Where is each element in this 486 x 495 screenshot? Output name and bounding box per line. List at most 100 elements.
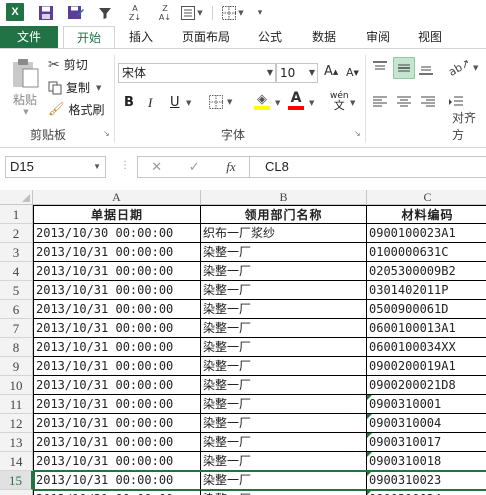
table-cell[interactable]: 2013/10/31 00:00:00 — [33, 281, 201, 300]
clipboard-launcher-icon[interactable]: ↘ — [103, 129, 110, 138]
sort-ascending-icon[interactable]: A Z↓ — [126, 3, 144, 23]
row-header[interactable]: 6 — [0, 300, 33, 319]
align-top-button[interactable] — [372, 61, 388, 75]
table-cell[interactable]: 染整一厂 — [201, 490, 367, 495]
table-cell[interactable]: 染整一厂 — [201, 376, 367, 395]
underline-dropdown-icon[interactable]: ▼ — [184, 99, 191, 107]
header-cell[interactable]: 材料编码 — [367, 205, 486, 224]
borders-icon[interactable]: ▼ — [218, 3, 248, 23]
name-box[interactable]: D15 ▼ — [5, 156, 106, 178]
borders-button[interactable]: ▼ — [209, 95, 232, 109]
copy-button[interactable]: 复制 ▼ — [48, 79, 101, 96]
table-cell[interactable]: 2013/10/31 00:00:00 — [33, 414, 201, 433]
table-cell[interactable]: 2013/10/31 00:00:00 — [33, 300, 201, 319]
tab-review[interactable]: 审阅 — [356, 26, 400, 48]
font-color-dropdown-icon[interactable]: ▼ — [307, 99, 314, 107]
table-cell[interactable]: 0900100023A1 — [367, 224, 486, 243]
tab-page-layout[interactable]: 页面布局 — [170, 26, 242, 48]
select-all-button[interactable] — [0, 190, 33, 205]
underline-button[interactable]: U — [170, 95, 180, 110]
table-cell[interactable]: 染整一厂 — [201, 338, 367, 357]
row-header[interactable]: 10 — [0, 376, 33, 395]
tab-view[interactable]: 视图 — [408, 26, 452, 48]
row-header[interactable]: 7 — [0, 319, 33, 338]
tab-home[interactable]: 开始 — [63, 26, 115, 49]
enter-icon[interactable]: ✓ — [189, 160, 200, 175]
row-header[interactable]: 9 — [0, 357, 33, 376]
font-color-button[interactable]: A — [288, 91, 304, 110]
table-cell[interactable]: 染整一厂 — [201, 243, 367, 262]
align-center-button[interactable] — [396, 95, 412, 109]
table-cell[interactable]: 2013/10/31 00:00:00 — [33, 338, 201, 357]
font-size-select[interactable]: 10 ▼ — [276, 63, 318, 83]
font-name-select[interactable]: 宋体 ▼ — [118, 63, 276, 83]
table-cell[interactable]: 染整一厂 — [201, 414, 367, 433]
save-as-icon[interactable] — [66, 3, 86, 23]
table-cell[interactable]: 0900310024 — [367, 490, 486, 495]
row-header[interactable]: 1 — [0, 205, 33, 224]
paste-button[interactable]: 粘贴 ▼ — [8, 57, 42, 116]
table-cell[interactable]: 0900310001 — [367, 395, 486, 414]
table-cell[interactable]: 2013/10/31 00:00:00 — [33, 376, 201, 395]
italic-button[interactable]: I — [148, 95, 152, 111]
align-bottom-button[interactable] — [418, 61, 434, 75]
formula-input[interactable]: CL8 — [249, 156, 486, 178]
table-cell[interactable]: 2013/10/31 00:00:00 — [33, 319, 201, 338]
table-cell[interactable]: 2013/10/31 00:00:00 — [33, 490, 201, 495]
tab-formulas[interactable]: 公式 — [248, 26, 292, 48]
table-cell[interactable]: 染整一厂 — [201, 433, 367, 452]
table-cell[interactable]: 0900310004 — [367, 414, 486, 433]
row-header[interactable]: 8 — [0, 338, 33, 357]
align-middle-button[interactable] — [393, 57, 415, 79]
row-header[interactable]: 15 — [0, 471, 33, 490]
column-header-c[interactable]: C — [367, 190, 486, 205]
table-cell[interactable]: 0600100034XX — [367, 338, 486, 357]
indent-button[interactable] — [448, 95, 464, 109]
table-cell[interactable]: 2013/10/31 00:00:00 — [33, 433, 201, 452]
row-header[interactable]: 14 — [0, 452, 33, 471]
table-cell[interactable]: 染整一厂 — [201, 357, 367, 376]
table-cell[interactable]: 2013/10/30 00:00:00 — [33, 224, 201, 243]
tab-insert[interactable]: 插入 — [118, 26, 164, 48]
table-cell[interactable]: 2013/10/31 00:00:00 — [33, 357, 201, 376]
font-launcher-icon[interactable]: ↘ — [354, 129, 361, 138]
table-cell[interactable]: 0600100013A1 — [367, 319, 486, 338]
phonetic-guide-button[interactable]: wén 文 — [330, 91, 349, 111]
form-icon[interactable]: ▼ — [177, 3, 207, 23]
row-header[interactable]: 3 — [0, 243, 33, 262]
table-cell[interactable]: 2013/10/31 00:00:00 — [33, 471, 201, 490]
row-header[interactable]: 12 — [0, 414, 33, 433]
filter-icon[interactable] — [96, 3, 114, 23]
phonetic-dropdown-icon[interactable]: ▼ — [348, 99, 355, 107]
decrease-font-icon[interactable]: A ▼ — [346, 66, 359, 79]
table-cell[interactable]: 染整一厂 — [201, 319, 367, 338]
increase-font-icon[interactable]: A ▲ — [324, 64, 338, 79]
table-cell[interactable]: 2013/10/31 00:00:00 — [33, 243, 201, 262]
customize-qat-icon[interactable]: ▾ — [254, 3, 266, 23]
table-cell[interactable]: 2013/10/31 00:00:00 — [33, 452, 201, 471]
column-header-a[interactable]: A — [33, 190, 201, 205]
align-right-button[interactable] — [420, 95, 436, 109]
row-header[interactable]: 4 — [0, 262, 33, 281]
table-cell[interactable]: 0500900061D — [367, 300, 486, 319]
table-cell[interactable]: 染整一厂 — [201, 281, 367, 300]
table-cell[interactable]: 0301402011P — [367, 281, 486, 300]
fill-color-button[interactable]: ◈ — [254, 93, 270, 110]
orientation-button[interactable]: ab↗ ▼ — [446, 56, 478, 79]
table-cell[interactable]: 染整一厂 — [201, 262, 367, 281]
table-cell[interactable]: 染整一厂 — [201, 395, 367, 414]
table-cell[interactable]: 0900310017 — [367, 433, 486, 452]
row-header[interactable]: 2 — [0, 224, 33, 243]
table-cell[interactable]: 染整一厂 — [201, 452, 367, 471]
cut-button[interactable]: ✂ 剪切 — [48, 56, 88, 73]
row-header[interactable]: 16 — [0, 490, 33, 495]
table-cell[interactable]: 2013/10/31 00:00:00 — [33, 395, 201, 414]
header-cell[interactable]: 领用部门名称 — [201, 205, 367, 224]
tab-data[interactable]: 数据 — [302, 26, 346, 48]
row-header[interactable]: 11 — [0, 395, 33, 414]
table-cell[interactable]: 2013/10/31 00:00:00 — [33, 262, 201, 281]
tab-file[interactable]: 文件 — [0, 26, 58, 48]
align-left-button[interactable] — [372, 95, 388, 109]
table-cell[interactable]: 0900200019A1 — [367, 357, 486, 376]
save-icon[interactable] — [36, 3, 56, 23]
